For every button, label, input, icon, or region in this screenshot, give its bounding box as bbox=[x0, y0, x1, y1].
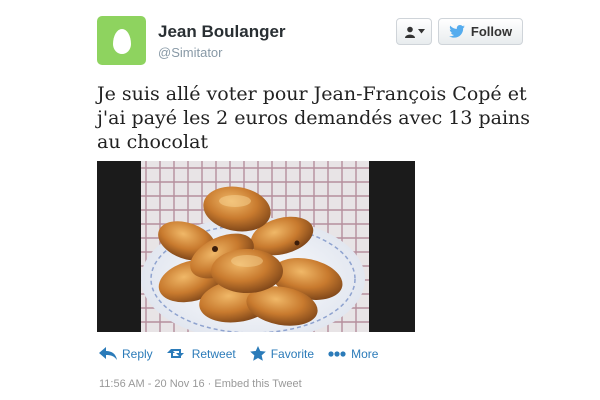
display-name[interactable]: Jean Boulanger bbox=[158, 22, 286, 42]
more-label: More bbox=[351, 346, 379, 361]
tweet-text: Je suis allé voter pour Jean-François Co… bbox=[97, 83, 531, 153]
tweet-media-photo[interactable] bbox=[97, 161, 415, 332]
follow-label: Follow bbox=[470, 24, 513, 39]
reply-button[interactable]: Reply bbox=[99, 347, 153, 361]
retweet-icon bbox=[166, 349, 184, 358]
user-dropdown-button[interactable] bbox=[396, 18, 432, 45]
screen-name[interactable]: @Simitator bbox=[158, 45, 223, 60]
favorite-label: Favorite bbox=[270, 346, 315, 361]
star-icon bbox=[249, 346, 266, 361]
embed-tweet-link[interactable]: Embed this Tweet bbox=[214, 378, 301, 390]
reply-icon bbox=[99, 347, 117, 360]
more-button[interactable]: More bbox=[328, 347, 378, 361]
pains-au-chocolat-photo bbox=[97, 161, 415, 332]
retweet-button[interactable]: Retweet bbox=[166, 346, 236, 361]
user-icon bbox=[404, 26, 415, 38]
reply-label: Reply bbox=[122, 346, 153, 361]
twitter-bird-icon bbox=[449, 25, 465, 38]
follow-button[interactable]: Follow bbox=[438, 18, 523, 45]
avatar[interactable] bbox=[97, 16, 146, 65]
more-dots-icon bbox=[328, 350, 346, 357]
tweet-timestamp[interactable]: 11:56 AM - 20 Nov 16 bbox=[99, 378, 205, 390]
favorite-button[interactable]: Favorite bbox=[249, 346, 315, 361]
meta-separator: · bbox=[207, 378, 212, 390]
egg-icon bbox=[112, 29, 131, 54]
tweet-actions: Reply Retweet Favorite More bbox=[99, 346, 392, 361]
chevron-down-icon bbox=[417, 29, 425, 34]
tweet-meta: 11:56 AM - 20 Nov 16 · Embed this Tweet bbox=[99, 378, 302, 390]
retweet-label: Retweet bbox=[191, 346, 236, 361]
